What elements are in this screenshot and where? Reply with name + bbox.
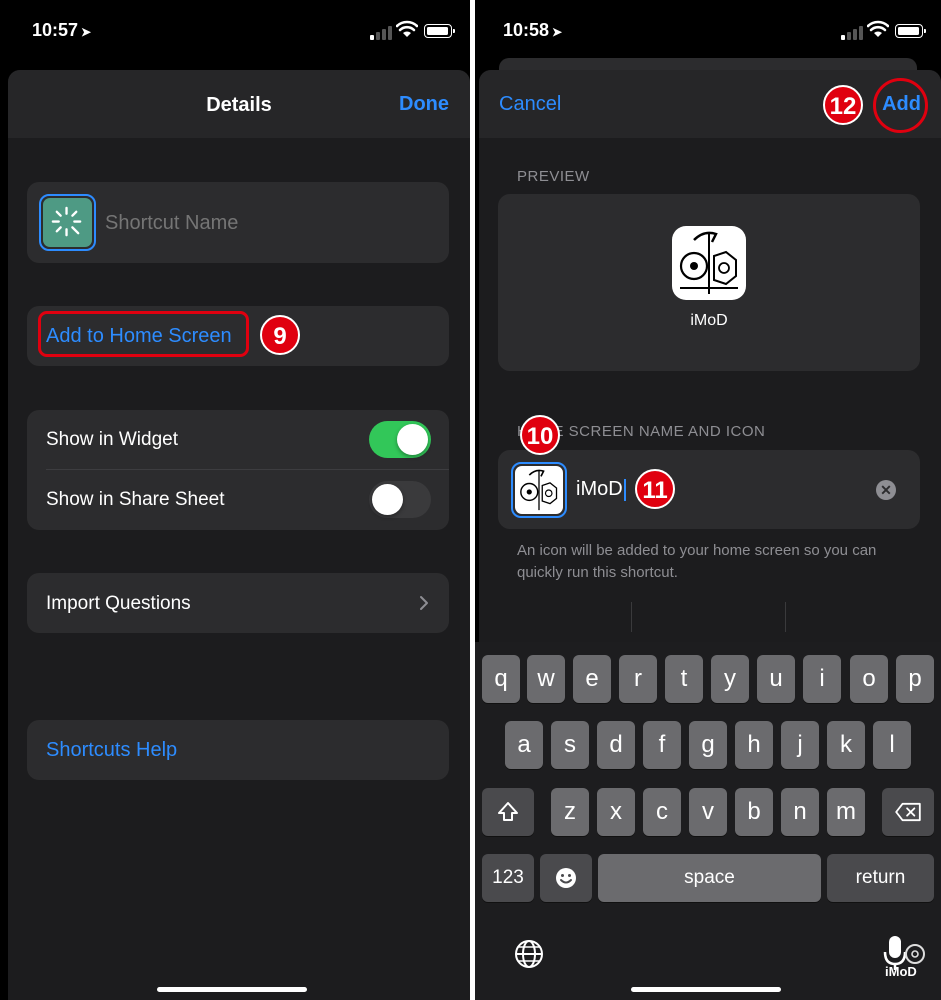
cancel-button[interactable]: Cancel: [499, 93, 561, 116]
shortcut-name-input[interactable]: [105, 208, 405, 238]
left-screen: 10:57 ➤ Details Done Shortcut Name Add t…: [0, 0, 470, 1000]
key-c[interactable]: c: [643, 788, 681, 836]
battery-icon: [895, 24, 926, 38]
key-n[interactable]: n: [781, 788, 819, 836]
step-badge-9: 9: [260, 315, 300, 355]
key-m[interactable]: m: [827, 788, 865, 836]
step-badge-12: 12: [823, 85, 863, 125]
wifi-icon: [867, 20, 889, 37]
key-l[interactable]: l: [873, 721, 911, 769]
emoji-key[interactable]: [540, 854, 592, 902]
name-icon-card: iMoD ✕: [498, 450, 920, 529]
callout-circle-add: [873, 78, 928, 133]
status-time: 10:58 ➤: [503, 20, 562, 41]
keyboard: q w e r t y u i o p a s d f g h j k l z …: [475, 642, 941, 1000]
description-text: An icon will be added to your home scree…: [517, 542, 877, 581]
show-in-share-sheet-label: Show in Share Sheet: [46, 489, 225, 510]
import-questions-label: Import Questions: [46, 593, 191, 614]
location-arrow-icon: ➤: [81, 25, 92, 39]
watermark-text: iMoD: [885, 964, 917, 979]
shortcuts-help-card: Shortcuts Help: [27, 720, 449, 780]
imod-app-icon: [672, 226, 746, 300]
location-arrow-icon: ➤: [552, 25, 563, 39]
key-h[interactable]: h: [735, 721, 773, 769]
show-in-widget-label: Show in Widget: [46, 429, 179, 450]
key-u[interactable]: u: [757, 655, 795, 703]
shortcut-name-card: [27, 182, 449, 263]
key-w[interactable]: w: [527, 655, 565, 703]
status-time-text: 10:57: [32, 20, 79, 40]
space-key[interactable]: space: [598, 854, 821, 902]
preview-card: iMoD: [498, 194, 920, 371]
dictation-watermark[interactable]: iMoD: [879, 930, 929, 980]
home-indicator: [631, 987, 781, 992]
divider: [46, 469, 449, 470]
step-badge-11: 11: [635, 469, 675, 509]
backspace-icon: [895, 802, 921, 822]
show-in-share-sheet-toggle[interactable]: [369, 481, 431, 518]
key-g[interactable]: g: [689, 721, 727, 769]
key-e[interactable]: e: [573, 655, 611, 703]
text-cursor: [623, 478, 626, 501]
shortcut-icon-button[interactable]: [39, 194, 96, 251]
key-s[interactable]: s: [551, 721, 589, 769]
key-j[interactable]: j: [781, 721, 819, 769]
key-t[interactable]: t: [665, 655, 703, 703]
chevron-right-icon: [420, 596, 428, 610]
status-time: 10:57 ➤: [32, 20, 91, 41]
key-k[interactable]: k: [827, 721, 865, 769]
magic-wand-icon: [43, 198, 92, 247]
predictive-divider: [631, 602, 632, 632]
home-indicator: [157, 987, 307, 992]
clear-text-icon[interactable]: ✕: [876, 480, 896, 500]
key-z[interactable]: z: [551, 788, 589, 836]
numbers-key[interactable]: 123: [482, 854, 534, 902]
status-bar: 10:57 ➤: [0, 0, 470, 62]
predictive-divider: [785, 602, 786, 632]
key-x[interactable]: x: [597, 788, 635, 836]
preview-app-name: iMoD: [690, 312, 728, 329]
home-screen-name-input[interactable]: iMoD: [576, 478, 626, 501]
key-v[interactable]: v: [689, 788, 727, 836]
name-value: iMoD: [576, 478, 623, 500]
key-q[interactable]: q: [482, 655, 520, 703]
import-questions-row[interactable]: Import Questions: [27, 573, 449, 633]
globe-icon[interactable]: [513, 938, 545, 970]
nav-bar: Cancel Add: [479, 70, 941, 138]
shift-key[interactable]: [482, 788, 534, 836]
callout-box-add-home: [38, 311, 249, 357]
key-d[interactable]: d: [597, 721, 635, 769]
toggles-card: Show in Widget Show in Share Sheet: [27, 410, 449, 530]
emoji-icon: [556, 868, 576, 888]
signal-icon: [370, 26, 392, 40]
key-a[interactable]: a: [505, 721, 543, 769]
done-button[interactable]: Done: [399, 93, 449, 116]
delete-key[interactable]: [882, 788, 934, 836]
signal-icon: [841, 26, 863, 40]
step-badge-10: 10: [520, 415, 560, 455]
preview-header: PREVIEW: [517, 168, 590, 185]
wifi-icon: [396, 20, 418, 37]
shift-icon: [498, 802, 518, 821]
key-f[interactable]: f: [643, 721, 681, 769]
key-o[interactable]: o: [850, 655, 888, 703]
shortcuts-help-link[interactable]: Shortcuts Help: [46, 739, 177, 762]
imod-thumbnail-icon: [515, 466, 563, 514]
status-bar: 10:58 ➤: [475, 0, 941, 62]
battery-icon: [424, 24, 455, 38]
icon-picker-button[interactable]: [511, 462, 567, 518]
key-i[interactable]: i: [803, 655, 841, 703]
nav-bar: Details Done: [8, 70, 470, 138]
status-time-text: 10:58: [503, 20, 550, 40]
return-key[interactable]: return: [827, 854, 934, 902]
right-screen: 10:58 ➤ Cancel Add PREVIEW iMoD HOME SCR…: [475, 0, 941, 1000]
key-p[interactable]: p: [896, 655, 934, 703]
key-b[interactable]: b: [735, 788, 773, 836]
key-y[interactable]: y: [711, 655, 749, 703]
show-in-widget-toggle[interactable]: [369, 421, 431, 458]
key-r[interactable]: r: [619, 655, 657, 703]
details-sheet: Details Done Shortcut Name Add to Home S…: [8, 70, 470, 1000]
